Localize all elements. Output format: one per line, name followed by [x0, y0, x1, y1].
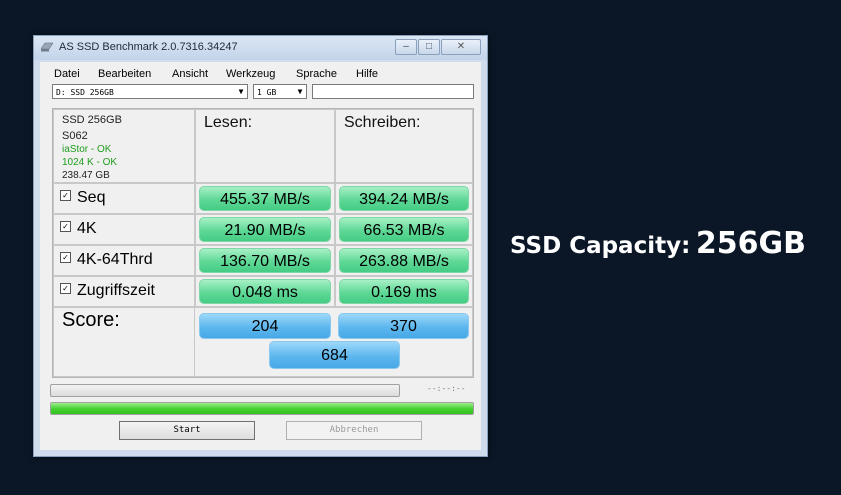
write-header: Schreiben: [344, 114, 421, 131]
menu-datei[interactable]: Datei [54, 68, 80, 80]
score-write: 370 [338, 313, 469, 339]
menu-bearbeiten[interactable]: Bearbeiten [98, 68, 151, 80]
seq-read-result: 455.37 MB/s [199, 186, 331, 211]
read-header-cell: Lesen: [195, 109, 335, 183]
abort-button[interactable]: Abbrechen [286, 421, 422, 440]
write-header-cell: Schreiben: [335, 109, 473, 183]
test-row-4k[interactable]: ✓ 4K [53, 214, 195, 245]
score-total: 684 [269, 341, 400, 369]
drive-icon [41, 42, 53, 52]
checkmark-icon[interactable]: ✓ [60, 190, 71, 202]
results-grid: SSD 256GB S062 iaStor - OK 1024 K - OK 2… [52, 108, 474, 378]
test-label-zugriffszeit: Zugriffszeit [77, 282, 155, 299]
access-time-read-result: 0.048 ms [199, 279, 331, 304]
drive-select[interactable]: D: SSD 256GB ▼ [52, 84, 248, 99]
test-row-seq[interactable]: ✓ Seq [53, 183, 195, 214]
dropdown-arrow-icon: ▼ [238, 87, 244, 96]
seq-write-result: 394.24 MB/s [339, 186, 469, 211]
alignment-status: 1024 K - OK [62, 157, 118, 168]
checkmark-icon[interactable]: ✓ [60, 252, 71, 264]
elapsed-time: --:--:-- [427, 384, 466, 393]
drive-firmware: S062 [62, 130, 88, 142]
menu-hilfe[interactable]: Hilfe [356, 68, 378, 80]
test-progress-bar [50, 384, 400, 397]
size-select-value: 1 GB [257, 88, 277, 97]
overall-progress-bar [50, 402, 474, 415]
start-button[interactable]: Start [119, 421, 255, 440]
drive-info-panel: SSD 256GB S062 iaStor - OK 1024 K - OK 2… [53, 109, 195, 183]
test-row-4k-64thrd[interactable]: ✓ 4K-64Thrd [53, 245, 195, 276]
checkmark-icon[interactable]: ✓ [60, 283, 71, 295]
minimize-button[interactable]: – [395, 39, 417, 55]
score-label-cell: Score: [53, 307, 195, 377]
drive-capacity: 238.47 GB [62, 170, 110, 181]
client-area: Datei Bearbeiten Ansicht Werkzeug Sprach… [40, 62, 481, 450]
menu-ansicht[interactable]: Ansicht [172, 68, 208, 80]
dropdown-arrow-icon: ▼ [297, 87, 303, 96]
size-select[interactable]: 1 GB ▼ [253, 84, 307, 99]
driver-status: iaStor - OK [62, 144, 112, 155]
test-label-4k-64thrd: 4K-64Thrd [77, 251, 153, 268]
menu-werkzeug[interactable]: Werkzeug [226, 68, 275, 80]
4k-64thrd-read-result: 136.70 MB/s [199, 248, 331, 273]
overall-progress-fill [51, 403, 473, 414]
menu-sprache[interactable]: Sprache [296, 68, 337, 80]
drive-select-value: D: SSD 256GB [56, 88, 114, 97]
read-header: Lesen: [204, 114, 253, 131]
drive-name: SSD 256GB [62, 114, 122, 126]
close-button[interactable]: ✕ [441, 39, 481, 55]
test-row-zugriffszeit[interactable]: ✓ Zugriffszeit [53, 276, 195, 307]
score-label: Score: [62, 309, 120, 331]
4k-read-result: 21.90 MB/s [199, 217, 331, 242]
extra-field[interactable] [312, 84, 474, 99]
menu-bar: Datei Bearbeiten Ansicht Werkzeug Sprach… [40, 66, 481, 82]
test-label-seq: Seq [77, 189, 106, 206]
4k-64thrd-write-result: 263.88 MB/s [339, 248, 469, 273]
window-title: AS SSD Benchmark 2.0.7316.34247 [59, 41, 238, 53]
access-time-write-result: 0.169 ms [339, 279, 469, 304]
score-area: 204 370 684 [195, 307, 473, 377]
title-bar[interactable]: AS SSD Benchmark 2.0.7316.34247 – □ ✕ [34, 36, 487, 60]
maximize-button[interactable]: □ [418, 39, 440, 55]
score-read: 204 [199, 313, 331, 339]
capacity-caption-label: SSD Capacity: [510, 233, 691, 259]
4k-write-result: 66.53 MB/s [339, 217, 469, 242]
checkmark-icon[interactable]: ✓ [60, 221, 71, 233]
test-label-4k: 4K [77, 220, 97, 237]
capacity-caption-value: 256GB [695, 226, 806, 261]
as-ssd-window: AS SSD Benchmark 2.0.7316.34247 – □ ✕ Da… [33, 35, 488, 457]
capacity-caption: SSD Capacity: 256GB [510, 226, 806, 261]
